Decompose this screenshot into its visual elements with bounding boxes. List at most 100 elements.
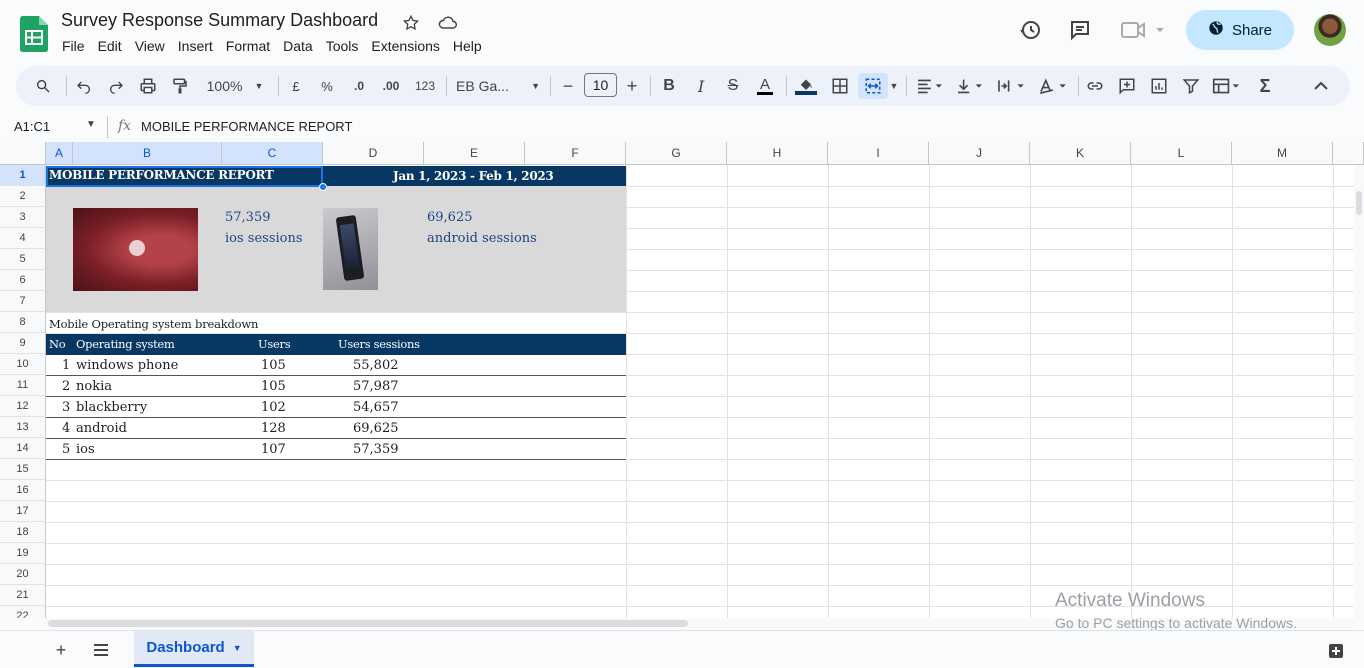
bold-icon[interactable]: B <box>658 73 680 99</box>
menu-help[interactable]: Help <box>447 36 488 56</box>
table-row-5-no[interactable]: 5 <box>62 442 70 457</box>
table-row-4-os[interactable]: android <box>76 421 127 436</box>
row-header-9[interactable]: 9 <box>0 333 46 354</box>
column-header-h[interactable]: H <box>727 142 828 165</box>
row-header-10[interactable]: 10 <box>0 354 46 375</box>
version-history-icon[interactable] <box>1014 14 1046 46</box>
android-sessions-value[interactable]: 69,625 <box>427 210 473 225</box>
column-header-i[interactable]: I <box>828 142 929 165</box>
column-header-d[interactable]: D <box>323 142 424 165</box>
column-header-k[interactable]: K <box>1030 142 1131 165</box>
iphone-image[interactable] <box>73 208 198 291</box>
search-menus-icon[interactable] <box>30 73 56 99</box>
table-row-4-no[interactable]: 4 <box>62 421 70 436</box>
table-row-4-sessions[interactable]: 69,625 <box>353 421 399 436</box>
row-header-17[interactable]: 17 <box>0 501 46 522</box>
column-header-n[interactable] <box>1333 142 1364 165</box>
row-header-16[interactable]: 16 <box>0 480 46 501</box>
table-header-users-sessions[interactable]: Users sessions <box>338 337 420 351</box>
table-row-3-no[interactable]: 3 <box>62 400 70 415</box>
zoom-select[interactable]: 100% ▼ <box>202 73 268 99</box>
strikethrough-icon[interactable]: S <box>722 73 744 99</box>
menu-view[interactable]: View <box>129 36 171 56</box>
formula-input[interactable]: MOBILE PERFORMANCE REPORT <box>141 119 352 134</box>
table-row-3-users[interactable]: 102 <box>261 400 286 415</box>
row-header-21[interactable]: 21 <box>0 585 46 606</box>
table-header-operating-system[interactable]: Operating system <box>76 337 175 351</box>
row-header-13[interactable]: 13 <box>0 417 46 438</box>
row-header-3[interactable]: 3 <box>0 207 46 228</box>
ios-sessions-value[interactable]: 57,359 <box>225 210 271 225</box>
chevron-down-icon[interactable]: ▼ <box>233 643 242 653</box>
table-row-5-users[interactable]: 107 <box>261 442 286 457</box>
borders-icon[interactable] <box>829 73 851 99</box>
row-header-20[interactable]: 20 <box>0 564 46 585</box>
undo-icon[interactable] <box>72 73 96 99</box>
column-header-b[interactable]: B <box>73 142 222 165</box>
vertical-align-icon[interactable] <box>954 73 986 99</box>
ios-sessions-label[interactable]: ios sessions <box>225 231 303 246</box>
vertical-scroll-thumb[interactable] <box>1356 191 1362 215</box>
text-rotation-icon[interactable] <box>1036 73 1070 99</box>
menu-file[interactable]: File <box>56 36 91 56</box>
increase-font-size-icon[interactable]: + <box>622 73 642 99</box>
font-size-input[interactable]: 10 <box>584 73 617 97</box>
android-sessions-label[interactable]: android sessions <box>427 231 537 246</box>
row-header-6[interactable]: 6 <box>0 270 46 291</box>
table-row-2-sessions[interactable]: 57,987 <box>353 379 399 394</box>
menu-tools[interactable]: Tools <box>320 36 365 56</box>
cloud-status-icon[interactable] <box>437 12 459 34</box>
row-header-1[interactable]: 1 <box>0 165 46 186</box>
insert-comment-icon[interactable] <box>1116 73 1138 99</box>
table-row-1-users[interactable]: 105 <box>261 358 286 373</box>
menu-extensions[interactable]: Extensions <box>365 36 445 56</box>
redo-icon[interactable] <box>104 73 128 99</box>
decrease-font-size-icon[interactable]: − <box>558 73 578 99</box>
percent-format-button[interactable]: % <box>317 73 337 99</box>
table-row-2-no[interactable]: 2 <box>62 379 70 394</box>
filter-views-icon[interactable] <box>1210 73 1242 99</box>
column-header-c[interactable]: C <box>222 142 323 165</box>
menu-insert[interactable]: Insert <box>172 36 219 56</box>
functions-icon[interactable]: Σ <box>1254 73 1276 99</box>
horizontal-scroll-thumb[interactable] <box>48 620 688 627</box>
column-header-j[interactable]: J <box>929 142 1030 165</box>
comments-icon[interactable] <box>1064 14 1096 46</box>
insert-chart-icon[interactable] <box>1148 73 1170 99</box>
insert-link-icon[interactable] <box>1084 73 1106 99</box>
sheet-tab-dashboard[interactable]: Dashboard ▼ <box>134 631 254 667</box>
menu-format[interactable]: Format <box>220 36 276 56</box>
row-header-22[interactable]: 22 <box>0 606 46 618</box>
table-row-3-sessions[interactable]: 54,657 <box>353 400 399 415</box>
column-header-a[interactable]: A <box>46 142 73 165</box>
print-icon[interactable] <box>136 73 160 99</box>
text-wrapping-icon[interactable] <box>994 73 1028 99</box>
row-header-11[interactable]: 11 <box>0 375 46 396</box>
menu-edit[interactable]: Edit <box>92 36 128 56</box>
column-header-m[interactable]: M <box>1232 142 1333 165</box>
table-row-2-os[interactable]: nokia <box>76 379 112 394</box>
row-header-7[interactable]: 7 <box>0 291 46 312</box>
table-row-1-sessions[interactable]: 55,802 <box>353 358 399 373</box>
table-row-3-os[interactable]: blackberry <box>76 400 147 415</box>
paint-format-icon[interactable] <box>168 73 192 99</box>
breakdown-title[interactable]: Mobile Operating system breakdown <box>49 317 258 331</box>
row-header-14[interactable]: 14 <box>0 438 46 459</box>
row-header-5[interactable]: 5 <box>0 249 46 270</box>
column-header-g[interactable]: G <box>626 142 727 165</box>
filter-icon[interactable] <box>1180 73 1202 99</box>
italic-icon[interactable]: I <box>690 73 712 99</box>
menu-data[interactable]: Data <box>277 36 319 56</box>
text-color-icon[interactable]: A <box>754 73 776 99</box>
table-row-1-os[interactable]: windows phone <box>76 358 178 373</box>
all-sheets-icon[interactable] <box>90 639 112 661</box>
share-button[interactable]: Share <box>1186 10 1294 50</box>
horizontal-align-icon[interactable] <box>914 73 946 99</box>
more-formats-button[interactable]: 123 <box>412 73 438 99</box>
sheets-logo-icon[interactable] <box>20 16 48 52</box>
currency-format-button[interactable]: £ <box>286 73 306 99</box>
collapse-toolbar-icon[interactable] <box>1310 73 1332 99</box>
table-row-5-os[interactable]: ios <box>76 442 95 457</box>
row-header-18[interactable]: 18 <box>0 522 46 543</box>
row-header-2[interactable]: 2 <box>0 186 46 207</box>
